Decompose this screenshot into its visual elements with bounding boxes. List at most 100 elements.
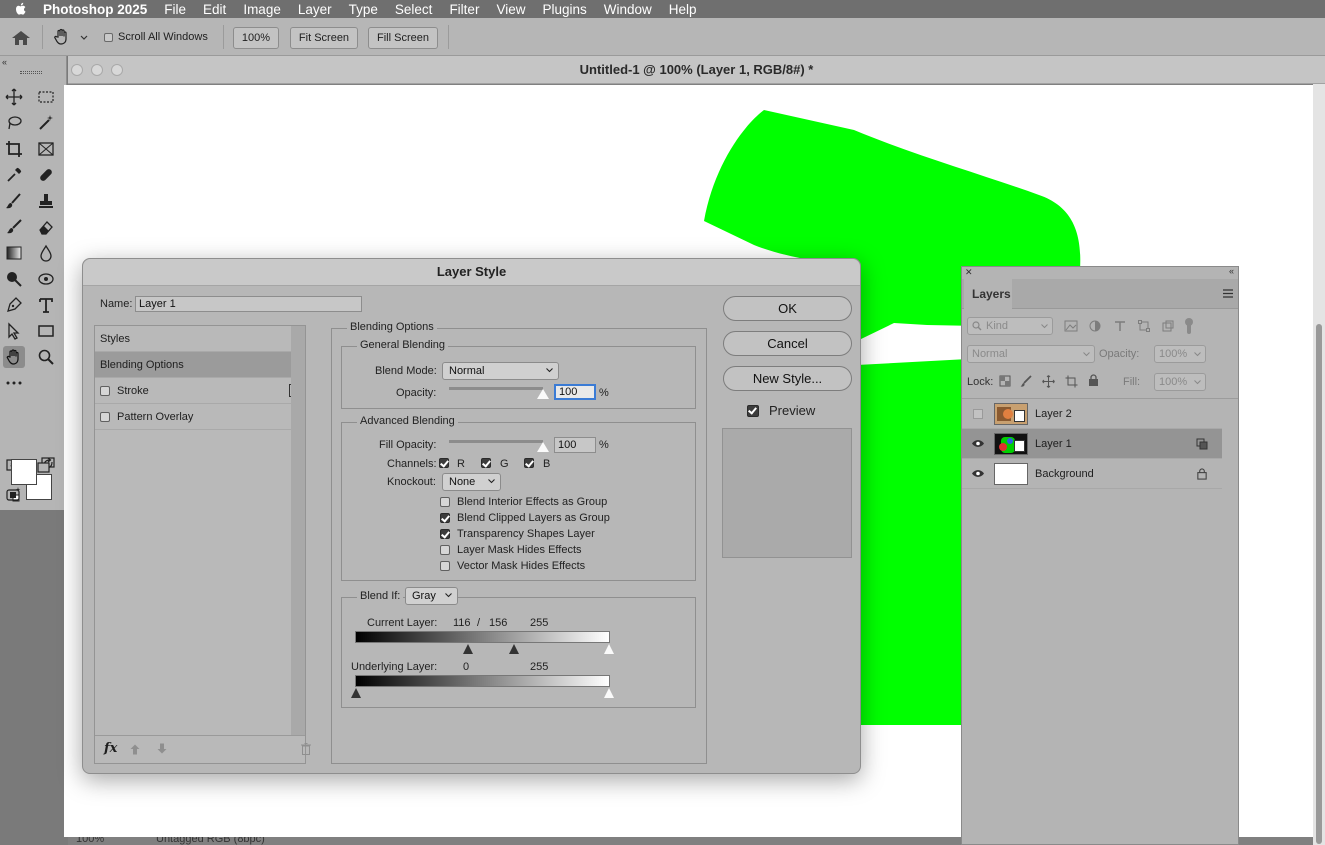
cancel-button[interactable]: Cancel xyxy=(723,331,852,356)
layer-mask-hides-checkbox[interactable] xyxy=(440,545,450,555)
trash-icon[interactable] xyxy=(301,743,311,755)
marquee-tool-icon[interactable] xyxy=(35,86,57,108)
dodge-tool-icon[interactable] xyxy=(3,268,25,290)
lock-position-icon[interactable] xyxy=(1042,375,1055,388)
layer-name[interactable]: Layer 1 xyxy=(1035,438,1196,450)
opacity-slider-knob[interactable] xyxy=(537,389,549,399)
lock-all-icon[interactable] xyxy=(1088,374,1099,387)
knockout-select[interactable]: None xyxy=(442,473,501,491)
type-layer-filter-icon[interactable] xyxy=(1114,320,1126,332)
frame-tool-icon[interactable] xyxy=(35,138,57,160)
history-brush-tool-icon[interactable] xyxy=(3,216,25,238)
eraser-tool-icon[interactable] xyxy=(35,216,57,238)
layer-row-layer-1[interactable]: Layer 1 xyxy=(962,429,1222,459)
layer-row-layer-2[interactable]: Layer 2 xyxy=(962,399,1222,429)
lock-artboard-icon[interactable] xyxy=(1065,375,1078,388)
fill-screen-button[interactable]: Fill Screen xyxy=(368,27,438,49)
close-panel-icon[interactable]: ✕ xyxy=(965,267,973,278)
opacity-field[interactable]: 100% xyxy=(1154,345,1206,363)
clone-stamp-tool-icon[interactable] xyxy=(35,190,57,212)
stroke-checkbox[interactable] xyxy=(100,386,110,396)
minimize-document-icon[interactable] xyxy=(91,64,103,76)
path-selection-tool-icon[interactable] xyxy=(3,320,25,342)
blend-mode-select[interactable]: Normal xyxy=(442,362,559,380)
hand-tool-icon[interactable] xyxy=(52,27,72,47)
blend-if-select[interactable]: Gray xyxy=(405,587,458,605)
current-layer-high-stop[interactable] xyxy=(604,644,614,654)
blend-clipped-layers-checkbox[interactable] xyxy=(440,513,450,523)
underlying-layer-gradient[interactable] xyxy=(355,675,610,687)
screen-mode-icon[interactable] xyxy=(35,454,57,476)
styles-item[interactable]: Styles xyxy=(95,326,305,352)
preview-checkbox[interactable] xyxy=(747,405,759,417)
layer-name[interactable]: Layer 2 xyxy=(1035,408,1222,420)
document-title-bar[interactable]: Untitled-1 @ 100% (Layer 1, RGB/8#) * xyxy=(68,56,1325,84)
pixel-layer-filter-icon[interactable] xyxy=(1064,320,1078,332)
visibility-toggle[interactable] xyxy=(962,469,994,478)
adjustment-layer-filter-icon[interactable] xyxy=(1089,320,1101,332)
menu-filter[interactable]: Filter xyxy=(449,2,479,17)
current-layer-gradient[interactable] xyxy=(355,631,610,643)
crop-tool-icon[interactable] xyxy=(3,138,25,160)
move-tool-icon[interactable] xyxy=(3,86,25,108)
menu-plugins[interactable]: Plugins xyxy=(542,2,586,17)
channel-r-checkbox[interactable] xyxy=(439,458,449,468)
kind-filter-select[interactable]: Kind xyxy=(967,317,1053,335)
menu-image[interactable]: Image xyxy=(243,2,281,17)
gradient-tool-icon[interactable] xyxy=(3,242,25,264)
opacity-field[interactable]: 100 xyxy=(554,384,596,400)
foreground-color-swatch[interactable] xyxy=(11,459,37,485)
current-layer-low-stop-a[interactable] xyxy=(463,644,473,654)
rectangle-tool-icon[interactable] xyxy=(35,320,57,342)
app-menu[interactable]: Photoshop 2025 xyxy=(43,2,147,17)
brush-tool-icon[interactable] xyxy=(3,190,25,212)
styles-list-scrollbar[interactable] xyxy=(291,326,305,736)
more-tools-icon[interactable] xyxy=(3,372,25,394)
tab-layers[interactable]: Layers xyxy=(964,279,1012,309)
apple-icon[interactable] xyxy=(13,1,29,17)
status-profile[interactable]: Untagged RGB (8bpc) xyxy=(156,837,265,845)
visibility-toggle[interactable] xyxy=(962,408,994,419)
lasso-tool-icon[interactable] xyxy=(3,112,25,134)
opacity-slider-track[interactable] xyxy=(449,387,543,390)
name-field[interactable]: Layer 1 xyxy=(135,296,362,312)
menu-window[interactable]: Window xyxy=(604,2,652,17)
lock-image-pixels-icon[interactable] xyxy=(1020,375,1032,387)
underlying-layer-low-stop[interactable] xyxy=(351,688,361,698)
generative-fill-icon[interactable] xyxy=(3,484,25,506)
close-document-icon[interactable] xyxy=(71,64,83,76)
move-down-icon[interactable] xyxy=(157,743,167,754)
home-icon[interactable] xyxy=(10,29,32,47)
fill-opacity-slider-track[interactable] xyxy=(449,440,543,443)
chevron-down-icon[interactable] xyxy=(80,35,88,41)
pen-tool-icon[interactable] xyxy=(3,294,25,316)
panel-menu-icon[interactable] xyxy=(1223,289,1233,298)
menu-select[interactable]: Select xyxy=(395,2,433,17)
scrollbar-thumb[interactable] xyxy=(1316,324,1322,844)
scroll-all-windows-checkbox[interactable]: Scroll All Windows xyxy=(104,31,208,43)
healing-brush-tool-icon[interactable] xyxy=(35,164,57,186)
smart-object-filter-icon[interactable] xyxy=(1162,320,1174,332)
blending-options-item[interactable]: Blending Options xyxy=(95,352,305,378)
pattern-overlay-item[interactable]: Pattern Overlay xyxy=(95,404,305,430)
menu-type[interactable]: Type xyxy=(349,2,378,17)
panel-grip[interactable] xyxy=(20,71,42,74)
menu-layer[interactable]: Layer xyxy=(298,2,332,17)
eyedropper-tool-icon[interactable] xyxy=(3,164,25,186)
channel-g-checkbox[interactable] xyxy=(481,458,491,468)
channel-b-checkbox[interactable] xyxy=(524,458,534,468)
blur-tool-icon[interactable] xyxy=(35,242,57,264)
transparency-shapes-checkbox[interactable] xyxy=(440,529,450,539)
stroke-item[interactable]: Stroke xyxy=(95,378,305,404)
fill-field[interactable]: 100% xyxy=(1154,373,1206,391)
vector-mask-hides-checkbox[interactable] xyxy=(440,561,450,571)
menu-help[interactable]: Help xyxy=(669,2,697,17)
type-tool-icon[interactable] xyxy=(35,294,57,316)
visibility-toggle[interactable] xyxy=(962,439,994,448)
menu-view[interactable]: View xyxy=(496,2,525,17)
pattern-overlay-checkbox[interactable] xyxy=(100,412,110,422)
zoom-100-button[interactable]: 100% xyxy=(233,27,279,49)
fill-opacity-field[interactable]: 100 xyxy=(554,437,596,453)
current-layer-low-stop-b[interactable] xyxy=(509,644,519,654)
shape-layer-filter-icon[interactable] xyxy=(1138,320,1150,332)
